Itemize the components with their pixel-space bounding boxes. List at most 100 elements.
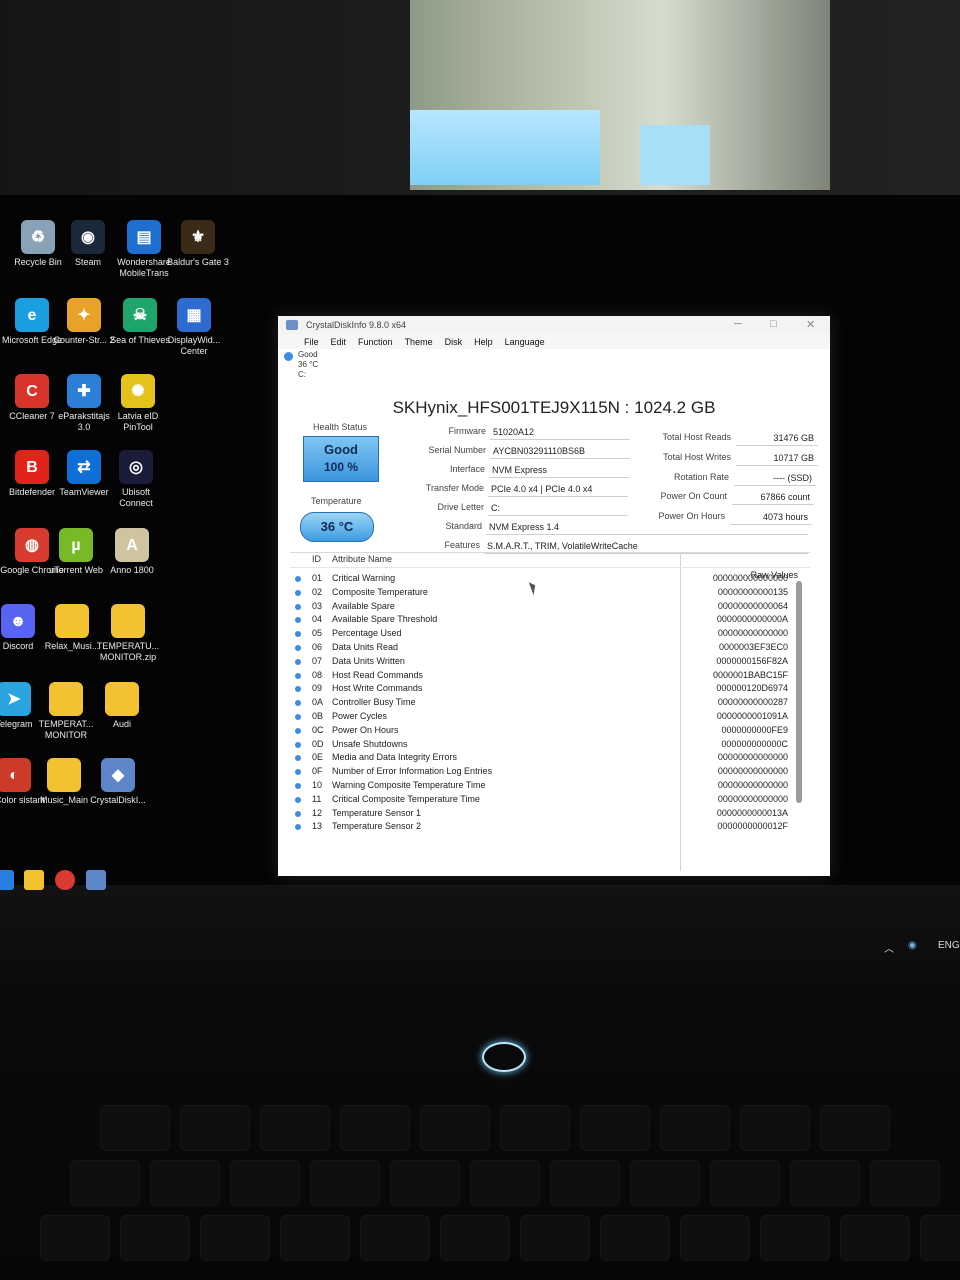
minimize-icon[interactable]: ─ [734, 318, 742, 330]
table-row[interactable]: 0F Number of Error Information Log Entrie… [290, 765, 810, 779]
desktop-icon[interactable]: ◉ Steam [56, 220, 120, 268]
menu-item-language[interactable]: Language [505, 337, 545, 347]
table-scrollbar[interactable] [796, 581, 802, 803]
table-row[interactable]: 13 Temperature Sensor 2 0000000000012F [290, 820, 810, 834]
menu-item-function[interactable]: Function [358, 337, 393, 347]
table-row[interactable]: 03 Available Spare 00000000000064 [290, 600, 810, 614]
table-row[interactable]: 01 Critical Warning 000000000000000 [290, 572, 810, 586]
status-dot-icon [295, 824, 301, 831]
status-dot-icon [295, 658, 301, 665]
menu-item-help[interactable]: Help [474, 337, 493, 347]
attribute-id: 0A [312, 697, 324, 708]
desktop-icon[interactable]: A Anno 1800 [100, 528, 164, 576]
menu-item-file[interactable]: File [304, 337, 319, 347]
table-row[interactable]: 0D Unsafe Shutdowns 000000000000C [290, 738, 810, 752]
table-row[interactable]: 02 Composite Temperature 00000000000135 [290, 586, 810, 600]
attribute-id: 0D [312, 738, 324, 749]
drive-letter-label: Drive Letter [437, 502, 484, 512]
title-bar[interactable]: CrystalDiskInfo 9.8.0 x64 ─ □ ✕ [278, 316, 830, 334]
header-id[interactable]: ID [312, 554, 321, 564]
menu-item-theme[interactable]: Theme [405, 337, 433, 347]
steam-tray-icon[interactable]: ◉ [908, 940, 917, 951]
attribute-name: Data Units Read [332, 641, 399, 652]
table-row[interactable]: 06 Data Units Read 0000003EF3EC0 [290, 641, 810, 655]
start-icon[interactable] [0, 870, 14, 890]
tray-chevron-icon[interactable]: ︿ [884, 940, 894, 955]
file-explorer-icon[interactable] [24, 870, 44, 890]
attribute-id: 05 [312, 628, 323, 639]
attribute-raw-value: 00000000000000 [717, 793, 788, 804]
status-dot-icon [295, 576, 301, 582]
attribute-id: 08 [312, 669, 323, 680]
table-row[interactable]: 10 Warning Composite Temperature Time 0000… [290, 779, 810, 793]
table-row[interactable]: 07 Data Units Written 0000000156F82A [290, 655, 810, 669]
desktop-icon[interactable]: Audi [90, 682, 154, 730]
desktop-icon[interactable]: ▦ DisplayWid... Center [162, 298, 226, 357]
desktop-icon[interactable]: ✦ Counter-Str... 2 [52, 298, 116, 346]
table-row[interactable]: 09 Host Write Commands 000000120D6974 [290, 682, 810, 696]
menu-item-edit[interactable]: Edit [331, 337, 347, 347]
table-row[interactable]: 12 Temperature Sensor 1 0000000000013A [290, 807, 810, 821]
background-window-light [410, 0, 830, 190]
status-dot-icon [295, 603, 301, 610]
header-attribute-name[interactable]: Attribute Name [332, 554, 392, 564]
table-row[interactable]: 0E Media and Data Integrity Errors 0000000… [290, 751, 810, 765]
table-row[interactable]: 08 Host Read Commands 0000001BABC15F [290, 669, 810, 683]
total-host-writes-label: Total Host Writes [663, 452, 731, 462]
crystaldiskinfo-taskbar-icon[interactable] [86, 870, 106, 890]
table-row[interactable]: 11 Critical Composite Temperature Time 000… [290, 793, 810, 807]
standard-label: Standard [445, 521, 482, 531]
attribute-name: Available Spare [332, 600, 395, 611]
table-row[interactable]: 0B Power Cycles 0000000001091A [290, 710, 810, 724]
table-row[interactable]: 0C Power On Hours 0000000000FE9 [290, 724, 810, 738]
table-row[interactable]: 0A Controller Busy Time 00000000000287 [290, 696, 810, 710]
attribute-id: 10 [312, 779, 323, 790]
power-button-icon[interactable] [482, 1042, 526, 1072]
crystaldiskinfo-icon: ◆ [101, 758, 135, 792]
laptop-keyboard-area [0, 885, 960, 1280]
desktop-icon[interactable]: ⚜ Baldur's Gate 3 [166, 220, 230, 268]
drive-status-dot-icon [284, 352, 293, 361]
maximize-icon[interactable]: □ [770, 318, 777, 330]
desktop-icon-label: uTorrent Web [49, 565, 103, 575]
drive-tab[interactable]: Good 36 °C C: [284, 350, 362, 382]
attribute-id: 0E [312, 752, 324, 763]
transfer-mode-label: Transfer Mode [425, 483, 484, 493]
status-dot-icon [295, 727, 301, 734]
power-on-hours-value: 4073 hours [730, 511, 812, 525]
attribute-name: Percentage Used [332, 628, 402, 639]
drive-tab-temp: 36 °C [298, 360, 319, 369]
language-indicator[interactable]: ENG [938, 940, 960, 951]
table-row[interactable]: 05 Percentage Used 00000000000000 [290, 627, 810, 641]
firmware-label: Firmware [448, 426, 487, 436]
attribute-name: Controller Busy Time [332, 697, 416, 708]
chrome-taskbar-icon[interactable] [55, 870, 75, 890]
desktop-icon[interactable]: ◆ CrystalDiskI... [86, 758, 150, 806]
attribute-name: Warning Composite Temperature Time [332, 779, 486, 790]
total-host-reads-label: Total Host Reads [662, 432, 731, 442]
attribute-id: 11 [312, 793, 322, 804]
desktop-icon[interactable]: TEMPERATU... MONITOR.zip [96, 604, 160, 663]
desktop-icon[interactable]: µ uTorrent Web [44, 528, 108, 576]
serial-value: AYCBN03291110BS6B [490, 445, 630, 459]
attribute-name: Number of Error Information Log Entries [332, 766, 493, 777]
close-icon[interactable]: ✕ [806, 318, 815, 331]
menu-item-disk[interactable]: Disk [445, 337, 463, 347]
desktop-icon[interactable]: ◎ Ubisoft Connect [104, 450, 168, 509]
crystaldiskinfo-window: CrystalDiskInfo 9.8.0 x64 ─ □ ✕ File Edit… [278, 316, 830, 876]
ubisoft-icon: ◎ [119, 450, 153, 484]
desktop-icon[interactable]: Relax_Musi... [40, 604, 104, 652]
color-assistant-icon: ◐ [0, 758, 31, 792]
drive-letter-row: Drive Letter C: [437, 502, 628, 516]
attribute-raw-value: 0000000001091A [716, 710, 788, 721]
folder-icon [47, 758, 81, 792]
drive-letter-value: C: [488, 502, 628, 516]
health-status-button[interactable]: Good 100 % [303, 436, 379, 482]
desktop-icon-label: Latvia eID PinTool [117, 411, 159, 432]
desktop-icon[interactable]: ✺ Latvia eID PinTool [106, 374, 170, 433]
desktop-icon[interactable]: TEMPERAT... MONITOR [34, 682, 98, 741]
table-row[interactable]: 04 Available Spare Threshold 0000000000000… [290, 613, 810, 627]
status-dot-icon [295, 713, 301, 720]
header-raw-values[interactable]: Raw Values [751, 570, 798, 580]
status-dot-icon [295, 782, 301, 789]
